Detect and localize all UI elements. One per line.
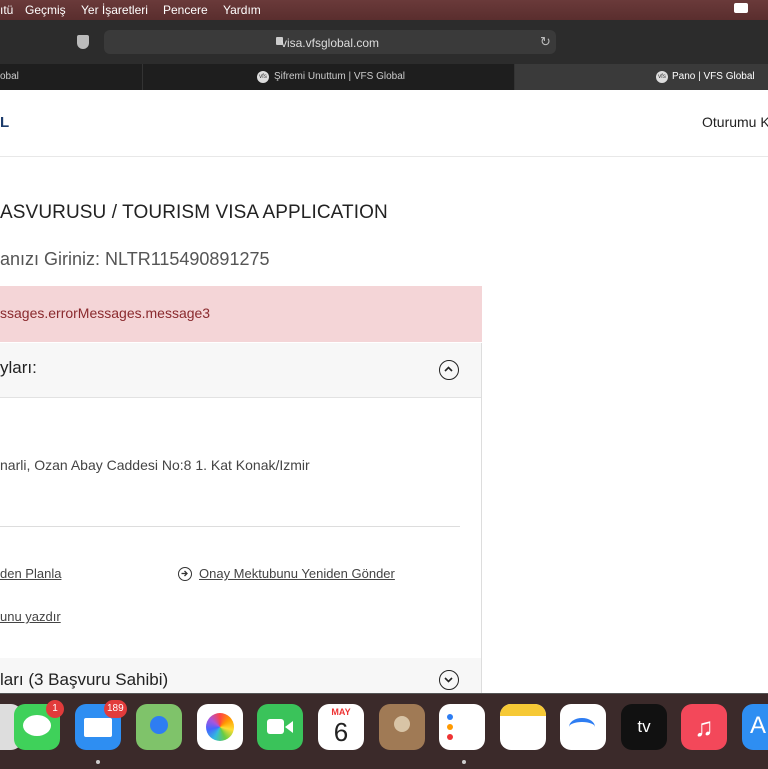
photos-icon[interactable] [197, 704, 243, 750]
calendar-month: MAY [331, 707, 351, 717]
menu-item-help[interactable]: Yardım [223, 3, 261, 17]
vfs-favicon-icon: vfs [656, 71, 668, 83]
tab-1[interactable]: obal [0, 64, 143, 90]
url-text: visa.vfsglobal.com [280, 36, 380, 50]
appointment-details-card: yları: narli, Ozan Abay Caddesi No:8 1. … [0, 343, 482, 693]
mail-badge: 189 [104, 700, 127, 718]
dock: 1 189 MAY 6 tv ♫ A [0, 693, 768, 769]
running-indicator [96, 760, 100, 764]
vfs-logo[interactable]: L [0, 114, 9, 131]
maps-icon[interactable] [136, 704, 182, 750]
print-link[interactable]: unu yazdır [0, 609, 61, 624]
applicants-card-header[interactable]: ları (3 Başvuru Sahibi) [0, 658, 481, 693]
reschedule-link[interactable]: den Planla [0, 566, 61, 581]
menu-item-edit[interactable]: ıtü [0, 3, 13, 17]
app-store-icon[interactable]: A [742, 704, 768, 750]
error-message: ssages.errorMessages.message3 [0, 305, 211, 321]
card-header[interactable]: yları: [0, 343, 481, 398]
vfs-favicon-icon: vfs [257, 71, 269, 83]
reload-icon[interactable]: ↻ [540, 34, 551, 50]
notes-icon[interactable] [500, 704, 546, 750]
arrow-right-circle-icon [178, 567, 192, 581]
reference-number: anızı Giriniz: NLTR115490891275 [0, 249, 270, 269]
resend-confirmation-link[interactable]: Onay Mektubunu Yeniden Gönder [199, 566, 395, 581]
menu-bar: ıtü Geçmiş Yer İşaretleri Pencere Yardım [0, 0, 768, 20]
shield-icon[interactable] [77, 35, 89, 49]
card-title: yları: [0, 358, 37, 377]
calendar-day: 6 [333, 717, 349, 747]
tab-2[interactable]: vfs Şifremi Unuttum | VFS Global [143, 64, 515, 90]
running-indicator [462, 760, 466, 764]
address-bar[interactable]: visa.vfsglobal.com ↻ [104, 30, 556, 54]
logout-link[interactable]: Oturumu K [702, 114, 768, 130]
web-page: L Oturumu K ASVURUSU / TOURISM VISA APPL… [0, 90, 768, 693]
calendar-icon[interactable]: MAY 6 [318, 704, 364, 750]
center-address: narli, Ozan Abay Caddesi No:8 1. Kat Kon… [0, 457, 310, 473]
music-icon[interactable]: ♫ [681, 704, 727, 750]
reminders-icon[interactable] [439, 704, 485, 750]
tab-bar: obal vfs Şifremi Unuttum | VFS Global vf… [0, 64, 768, 90]
error-alert: ssages.errorMessages.message3 [0, 286, 482, 342]
tab-3-active[interactable]: vfs Pano | VFS Global [515, 64, 768, 90]
facetime-icon[interactable] [257, 704, 303, 750]
menu-item-history[interactable]: Geçmiş [25, 3, 66, 17]
menu-item-window[interactable]: Pencere [163, 3, 208, 17]
apple-tv-icon[interactable]: tv [621, 704, 667, 750]
collapse-chevron-up-icon[interactable] [439, 360, 459, 380]
site-header: L Oturumu K [0, 90, 768, 157]
tv-label: tv [637, 717, 651, 736]
applicants-title: ları (3 Başvuru Sahibi) [0, 670, 169, 689]
messages-badge: 1 [46, 700, 64, 718]
menu-item-bookmarks[interactable]: Yer İşaretleri [81, 3, 148, 17]
page-title: ASVURUSU / TOURISM VISA APPLICATION [0, 202, 388, 223]
display-icon[interactable] [734, 3, 748, 13]
divider [0, 526, 460, 527]
freeform-icon[interactable] [560, 704, 606, 750]
expand-chevron-down-icon[interactable] [439, 670, 459, 690]
contacts-icon[interactable] [379, 704, 425, 750]
